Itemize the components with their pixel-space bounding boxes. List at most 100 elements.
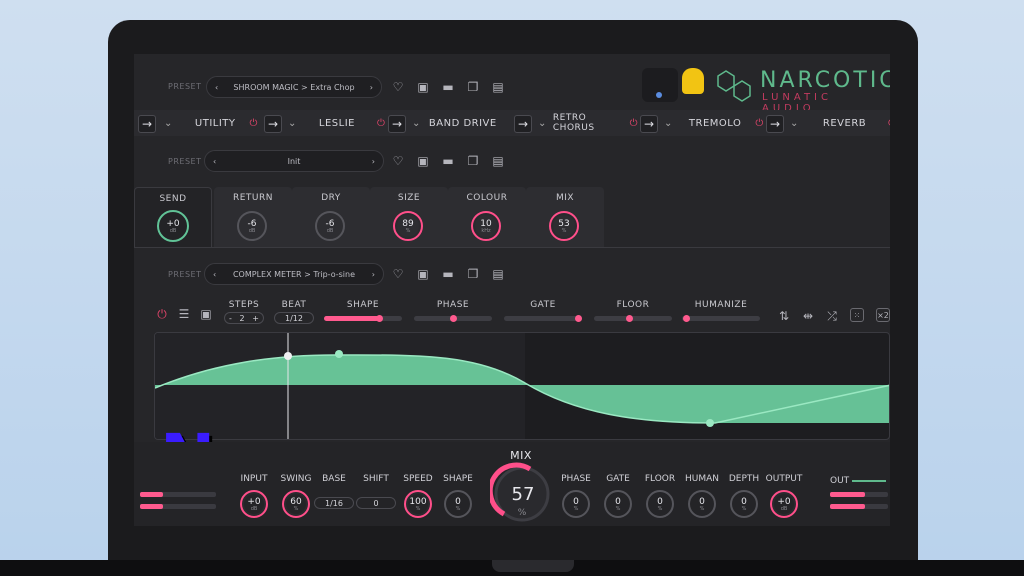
chain-arrow-icon[interactable]: →	[766, 115, 784, 133]
sliders-icon[interactable]: ☰	[176, 306, 192, 322]
base-selector[interactable]: 1/16	[314, 497, 354, 509]
slider-handle[interactable]	[682, 315, 690, 322]
slider-handle[interactable]	[375, 315, 383, 322]
slider-handle[interactable]	[450, 315, 457, 322]
slider-handle[interactable]	[575, 315, 583, 322]
tab-send[interactable]: SEND +0 dB	[134, 187, 212, 247]
chevron-down-icon[interactable]: ⌄	[790, 118, 799, 129]
stepper-minus[interactable]: -	[229, 314, 232, 323]
chevron-down-icon[interactable]: ⌄	[664, 118, 673, 129]
chevron-right-icon[interactable]: ›	[372, 157, 375, 166]
return-knob[interactable]: -6 dB	[237, 211, 267, 241]
chevron-down-icon[interactable]: ⌄	[164, 118, 173, 129]
lfo-waveform-editor[interactable]	[154, 332, 890, 440]
chevron-right-icon[interactable]: ›	[370, 83, 373, 92]
power-icon[interactable]: ⏻	[377, 118, 385, 129]
stepper-plus[interactable]: +	[252, 314, 259, 323]
heart-icon[interactable]: ♡	[390, 79, 406, 95]
chain-arrow-icon[interactable]: →	[138, 115, 156, 133]
output-knob[interactable]: +0 dB	[770, 490, 798, 518]
swing-knob[interactable]: 60%	[282, 490, 310, 518]
lfo-slider-phase[interactable]	[414, 315, 492, 322]
size-knob[interactable]: 89%	[393, 211, 423, 241]
folder-icon[interactable]: ▬	[440, 266, 456, 282]
heart-icon[interactable]: ♡	[390, 266, 406, 282]
folder-icon[interactable]: ▬	[440, 153, 456, 169]
beat-label: BEAT	[281, 300, 307, 310]
save-icon[interactable]: ▣	[415, 266, 431, 282]
double-icon[interactable]: ×2	[876, 308, 890, 322]
chevron-down-icon[interactable]: ⌄	[412, 118, 421, 129]
chain-slot-band-drive[interactable]: ⌄ BAND DRIVE	[408, 113, 508, 133]
dice-icon[interactable]: ⁙	[850, 308, 864, 322]
chain-arrow-icon[interactable]: →	[388, 115, 406, 133]
shift-selector[interactable]: 0	[356, 497, 396, 509]
shuffle-icon[interactable]: ⤮	[824, 308, 840, 324]
copy-icon[interactable]: ❐	[465, 266, 481, 282]
lfo-slider-shape[interactable]	[324, 315, 402, 322]
chain-slot-reverb[interactable]: ⌄ REVERB ⏻	[786, 113, 890, 133]
tab-return[interactable]: RETURN -6 dB	[214, 187, 292, 247]
output-meter	[830, 492, 888, 497]
save-icon[interactable]: ▣	[198, 306, 214, 322]
folder-icon[interactable]: ▬	[440, 79, 456, 95]
lfo-slider-humanize[interactable]	[682, 315, 760, 322]
beat-selector[interactable]: 1/12	[274, 312, 314, 324]
lfo-preset-selector[interactable]: ‹ COMPLEX METER > Trip-o-sine ›	[204, 263, 384, 285]
chain-arrow-icon[interactable]: →	[264, 115, 282, 133]
paste-icon[interactable]: ▤	[490, 153, 506, 169]
chain-arrow-icon[interactable]: →	[640, 115, 658, 133]
copy-icon[interactable]: ❐	[465, 79, 481, 95]
bottom-knob-label: SHIFT	[363, 474, 389, 484]
flip-vertical-icon[interactable]: ⇅	[776, 308, 792, 324]
depth-knob[interactable]: 0%	[730, 490, 758, 518]
chain-slot-utility[interactable]: ⌄ UTILITY ⏻	[160, 113, 260, 133]
tab-dry[interactable]: DRY -6 dB	[292, 187, 370, 247]
chevron-left-icon[interactable]: ‹	[213, 157, 216, 166]
lfo-slider-floor[interactable]	[594, 315, 672, 322]
human-knob[interactable]: 0%	[688, 490, 716, 518]
chain-slot-tremolo[interactable]: ⌄ TREMOLO ⏻	[660, 113, 764, 133]
knob-unit: %	[293, 505, 299, 512]
chain-arrow-icon[interactable]: →	[514, 115, 532, 133]
knob-unit: dB	[169, 227, 177, 234]
chain-slot-retro-chorus[interactable]: ⌄ RETRO CHORUS ⏻	[534, 113, 638, 133]
out-activity	[852, 480, 886, 482]
dry-knob[interactable]: -6 dB	[315, 211, 345, 241]
preset-selector[interactable]: ‹ SHROOM MAGIC > Extra Chop ›	[206, 76, 382, 98]
steps-stepper[interactable]: -2 +	[224, 312, 264, 324]
module-preset-selector[interactable]: ‹ Init ›	[204, 150, 384, 172]
chevron-right-icon[interactable]: ›	[372, 270, 375, 279]
chevron-left-icon[interactable]: ‹	[215, 83, 218, 92]
colour-knob[interactable]: 10 kHz	[471, 211, 501, 241]
paste-icon[interactable]: ▤	[490, 266, 506, 282]
shape-knob[interactable]: 0%	[444, 490, 472, 518]
power-icon[interactable]: ⏻	[250, 118, 258, 129]
tab-colour[interactable]: COLOUR 10 kHz	[448, 187, 526, 247]
save-icon[interactable]: ▣	[415, 153, 431, 169]
mix-knob[interactable]: 53%	[549, 211, 579, 241]
send-knob[interactable]: +0 dB	[157, 210, 189, 242]
mirror-icon[interactable]: ⇹	[800, 308, 816, 324]
power-icon[interactable]: ⏻	[755, 118, 763, 129]
paste-icon[interactable]: ▤	[490, 79, 506, 95]
heart-icon[interactable]: ♡	[390, 153, 406, 169]
lfo-slider-gate[interactable]	[504, 315, 583, 322]
chain-slot-leslie[interactable]: ⌄ LESLIE ⏻	[284, 113, 385, 133]
gate-knob[interactable]: 0%	[604, 490, 632, 518]
tab-size[interactable]: SIZE 89%	[370, 187, 448, 247]
input-knob[interactable]: +0 dB	[240, 490, 268, 518]
chevron-down-icon[interactable]: ⌄	[288, 118, 297, 129]
save-icon[interactable]: ▣	[415, 79, 431, 95]
power-icon[interactable]: ⏻	[888, 118, 890, 129]
tab-mix[interactable]: MIX 53%	[526, 187, 604, 247]
copy-icon[interactable]: ❐	[465, 153, 481, 169]
phase-knob[interactable]: 0%	[562, 490, 590, 518]
lfo-power-icon[interactable]: ⏻	[154, 306, 170, 322]
chevron-down-icon[interactable]: ⌄	[538, 118, 547, 129]
speed-knob[interactable]: 100%	[404, 490, 432, 518]
slider-handle[interactable]	[626, 315, 634, 322]
power-icon[interactable]: ⏻	[630, 118, 638, 129]
floor-knob[interactable]: 0%	[646, 490, 674, 518]
chevron-left-icon[interactable]: ‹	[213, 270, 216, 279]
